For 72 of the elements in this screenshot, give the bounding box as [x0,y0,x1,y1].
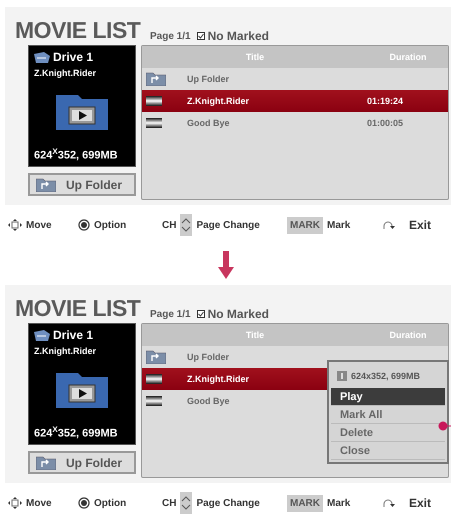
checkbox-icon [196,32,205,40]
up-down-key-icon [180,492,192,514]
page-indicator: Page 1/1 [150,31,191,42]
file-info: 624$^{X}$352, 699MB [34,425,119,440]
return-icon [383,498,397,508]
movie-name: Z.Knight.Rider [34,68,97,78]
up-folder-button[interactable]: Up Folder [28,173,136,196]
callout-marker [438,421,451,431]
screen-title: MOVIE LIST [15,17,142,44]
up-folder-icon [146,72,166,86]
column-header: Title [244,52,266,62]
up-folder-icon [36,178,56,192]
legend-label: Move [26,220,52,230]
up-down-key-icon [180,214,192,236]
file-info: 624$^{X}$352, 699MB [34,147,119,162]
drive-name: Drive 1 [53,50,94,64]
marked-status: No Marked [208,307,269,321]
page-indicator: Page 1/1 [150,309,191,320]
up-folder-icon [146,350,166,364]
checkbox-icon [196,310,205,318]
ok-button-icon [78,219,90,231]
drive-icon [34,330,50,340]
down-arrow-icon [218,251,234,279]
screen-title: MOVIE LIST [15,295,142,322]
up-folder-icon [36,456,56,470]
marked-status: No Marked [208,29,269,43]
column-header: Duration [388,52,428,62]
drive-icon [34,52,50,62]
file-title: Z.Knight.Rider [187,374,249,384]
legend-label: Option [94,498,126,508]
movie-folder-icon [56,370,108,408]
legend-label: Mark [327,220,350,230]
file-row[interactable]: Up Folder [142,68,448,90]
legend-label: Option [94,220,126,230]
file-row[interactable]: Z.Knight.Rider 01:19:24 [142,90,448,112]
file-title: Good Bye [187,118,230,128]
movie-folder-icon [56,92,108,130]
legend-label: Exit [409,218,432,232]
direction-pad-icon [8,219,22,231]
file-row[interactable]: Up Folder [142,346,448,368]
mark-key: MARK [287,494,323,512]
film-icon [146,96,162,106]
info-icon [337,371,347,381]
legend-label: Page Change [196,220,260,230]
legend-label: Mark [327,498,350,508]
mark-key: MARK [287,216,323,234]
legend-label: Move [26,498,52,508]
menu-file-info: 624x352, 699MB [351,371,420,381]
file-title: Up Folder [187,352,229,362]
column-header: Title [244,330,266,340]
direction-pad-icon [8,497,22,509]
file-row[interactable]: Good Bye 01:00:05 [142,112,448,134]
file-title: Z.Knight.Rider [187,96,249,106]
film-icon [146,374,162,384]
drive-name: Drive 1 [53,328,94,342]
up-folder-button[interactable]: Up Folder [28,451,136,474]
menu-item[interactable]: Play [331,388,445,406]
return-icon [383,220,397,230]
file-title: Good Bye [187,396,230,406]
file-duration: 01:00:05 [367,118,404,128]
ch-key: CH [162,498,176,508]
file-title: Up Folder [187,74,229,84]
legend-label: Page Change [196,498,260,508]
movie-name: Z.Knight.Rider [34,346,97,356]
column-header: Duration [388,330,428,340]
ch-key: CH [162,220,176,230]
film-icon [146,118,162,128]
file-duration: 01:19:24 [367,96,404,106]
film-icon [146,396,162,406]
legend-label: Exit [409,496,432,510]
menu-item[interactable]: Close [331,442,445,460]
ok-button-icon [78,497,90,509]
